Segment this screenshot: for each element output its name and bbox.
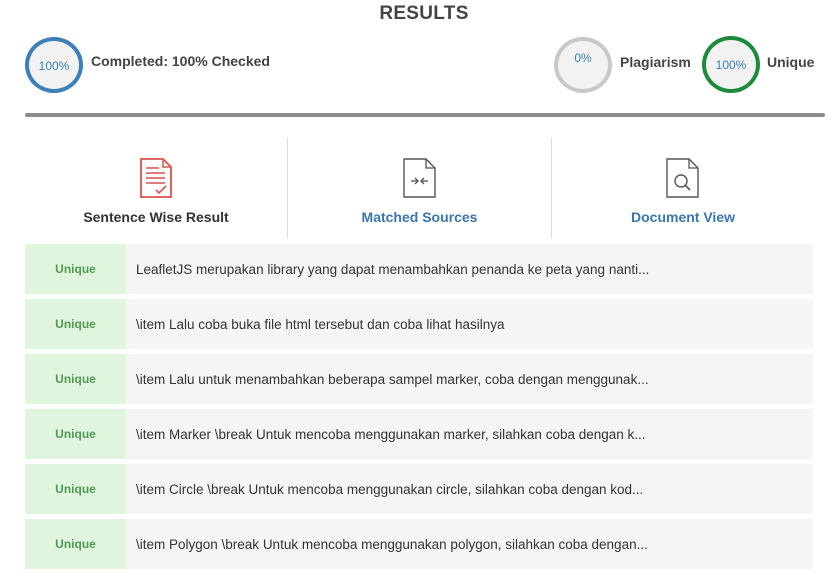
result-text: \item Marker \break Untuk mencoba menggu…	[136, 426, 646, 442]
completed-label: Completed: 100% Checked	[91, 53, 270, 69]
tab-sentence-wise-result[interactable]: Sentence Wise Result	[25, 138, 288, 238]
status-badge: Unique	[25, 299, 126, 349]
tab-document-view[interactable]: Document View	[552, 138, 814, 238]
page-title: RESULTS	[379, 3, 469, 24]
document-check-icon	[140, 158, 172, 198]
compare-arrows-icon	[402, 158, 436, 198]
status-badge: Unique	[25, 519, 126, 569]
plagiarism-label: Plagiarism	[620, 54, 691, 70]
result-text: \item Lalu untuk menambahkan beberapa sa…	[136, 371, 649, 387]
tab-document-view-label: Document View	[631, 209, 735, 225]
result-text: \item Circle \break Untuk mencoba menggu…	[136, 481, 644, 497]
unique-progress-circle: 100%	[702, 36, 760, 93]
status-badge: Unique	[25, 354, 126, 404]
status-badge: Unique	[25, 464, 126, 514]
result-text: \item Polygon \break Untuk mencoba mengg…	[136, 536, 648, 552]
tab-matched-sources-label: Matched Sources	[361, 209, 478, 225]
result-row[interactable]: Unique \item Circle \break Untuk mencoba…	[25, 464, 813, 514]
result-row[interactable]: Unique LeafletJS merupakan library yang …	[25, 244, 813, 294]
status-badge: Unique	[25, 409, 126, 459]
plagiarism-progress-circle: 0%	[554, 37, 612, 93]
tab-sentence-wise-result-label: Sentence Wise Result	[83, 209, 229, 225]
result-row[interactable]: Unique \item Lalu coba buka file html te…	[25, 299, 813, 349]
magnifier-document-icon	[666, 158, 699, 198]
tab-matched-sources[interactable]: Matched Sources	[288, 138, 552, 238]
result-text: \item Lalu coba buka file html tersebut …	[136, 316, 505, 332]
unique-label: Unique	[767, 54, 815, 70]
result-row[interactable]: Unique \item Polygon \break Untuk mencob…	[25, 519, 813, 569]
completed-progress-circle: 100%	[25, 37, 83, 93]
result-row[interactable]: Unique \item Lalu untuk menambahkan bebe…	[25, 354, 813, 404]
result-text: LeafletJS merupakan library yang dapat m…	[136, 261, 650, 277]
status-badge: Unique	[25, 244, 126, 294]
result-row[interactable]: Unique \item Marker \break Untuk mencoba…	[25, 409, 813, 459]
progress-bar	[25, 113, 825, 117]
results-list: Unique LeafletJS merupakan library yang …	[25, 244, 813, 574]
